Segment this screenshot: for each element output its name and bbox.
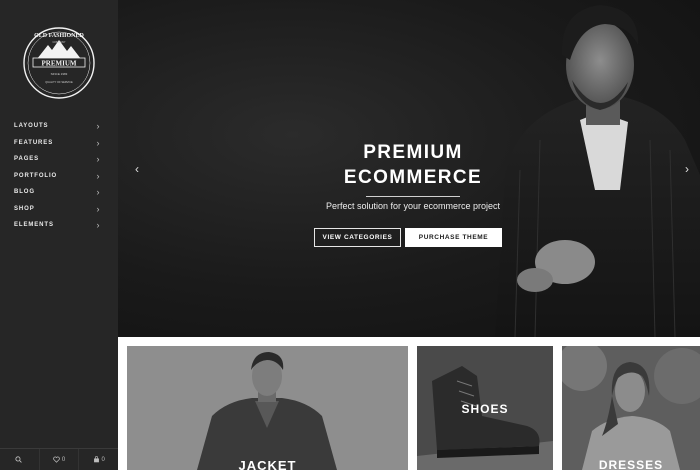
sidebar: PREMIUM OLD FASHIONED SINCE 1983 QUALITY… bbox=[0, 0, 118, 470]
sidebar-item-features[interactable]: Features › bbox=[0, 135, 118, 152]
category-label: SHOES bbox=[461, 402, 509, 416]
logo-top-text: OLD FASHIONED bbox=[34, 33, 84, 39]
sidebar-item-label: Shop bbox=[14, 205, 35, 212]
wishlist-button[interactable]: 0 bbox=[38, 448, 79, 470]
chevron-right-icon: › bbox=[96, 154, 100, 164]
chevron-right-icon: › bbox=[96, 220, 100, 230]
category-label: DRESSES bbox=[598, 458, 664, 470]
logo-badge-icon: PREMIUM OLD FASHIONED SINCE 1983 QUALITY… bbox=[23, 27, 95, 99]
chevron-right-icon: › bbox=[96, 121, 100, 131]
logo-since-text: SINCE 1983 bbox=[51, 72, 68, 76]
chevron-right-icon: › bbox=[96, 187, 100, 197]
hero-title-line2: ECOMMERCE bbox=[343, 167, 483, 188]
sidebar-item-elements[interactable]: Elements › bbox=[0, 217, 118, 234]
cart-button[interactable]: 0 bbox=[78, 448, 118, 470]
hero-divider bbox=[366, 196, 460, 197]
sidebar-item-shop[interactable]: Shop › bbox=[0, 201, 118, 218]
cart-count: 0 bbox=[101, 456, 105, 463]
sidebar-item-label: Portfolio bbox=[14, 172, 58, 179]
hero-title: PREMIUM ECOMMERCE bbox=[298, 140, 528, 190]
dresses-model-image bbox=[562, 346, 700, 470]
slider-next-arrow-icon[interactable]: › bbox=[680, 160, 694, 178]
view-categories-button[interactable]: VIEW CATEGORIES bbox=[314, 228, 401, 247]
search-icon bbox=[15, 456, 22, 463]
jacket-model-image bbox=[127, 346, 408, 470]
sidebar-item-blog[interactable]: Blog › bbox=[0, 184, 118, 201]
wishlist-count: 0 bbox=[61, 456, 66, 463]
sidebar-item-label: Features bbox=[14, 139, 54, 146]
hero-title-line1: PREMIUM bbox=[363, 142, 463, 163]
chevron-right-icon: › bbox=[96, 203, 100, 214]
main-nav: Layouts › Features › Pages › Portfolio ›… bbox=[0, 118, 118, 234]
cart-icon bbox=[93, 456, 99, 463]
hero-subtitle: Perfect solution for your ecommerce proj… bbox=[325, 201, 501, 211]
chevron-right-icon: › bbox=[96, 170, 100, 181]
sidebar-footer: 0 0 bbox=[0, 448, 118, 470]
heart-icon bbox=[53, 456, 60, 463]
logo[interactable]: PREMIUM OLD FASHIONED SINCE 1983 QUALITY… bbox=[21, 25, 97, 101]
category-tile-jacket[interactable]: JACKET bbox=[127, 346, 408, 470]
purchase-theme-button[interactable]: PURCHASE THEME bbox=[405, 228, 502, 247]
search-button[interactable] bbox=[0, 449, 39, 470]
logo-sub-text: COMPANY bbox=[53, 40, 66, 44]
category-tile-dresses[interactable]: DRESSES bbox=[562, 346, 700, 470]
hero-slider: PREMIUM ECOMMERCE Perfect solution for y… bbox=[118, 0, 700, 337]
sidebar-item-pages[interactable]: Pages › bbox=[0, 151, 118, 168]
sidebar-item-portfolio[interactable]: Portfolio › bbox=[0, 168, 118, 185]
slider-prev-arrow-icon[interactable]: ‹ bbox=[130, 160, 144, 178]
sidebar-item-label: Blog bbox=[14, 189, 35, 196]
sidebar-item-label: Pages bbox=[14, 156, 40, 163]
sidebar-item-label: Layouts bbox=[14, 123, 49, 130]
chevron-right-icon: › bbox=[96, 137, 100, 148]
category-label: JACKET bbox=[238, 458, 297, 470]
sidebar-item-label: Elements bbox=[14, 222, 54, 229]
logo-main-text: PREMIUM bbox=[42, 60, 77, 68]
category-tile-shoes[interactable]: SHOES bbox=[417, 346, 553, 470]
logo-tag-text: QUALITY OF SERVICE bbox=[45, 80, 73, 84]
sidebar-item-layouts[interactable]: Layouts › bbox=[0, 118, 118, 135]
